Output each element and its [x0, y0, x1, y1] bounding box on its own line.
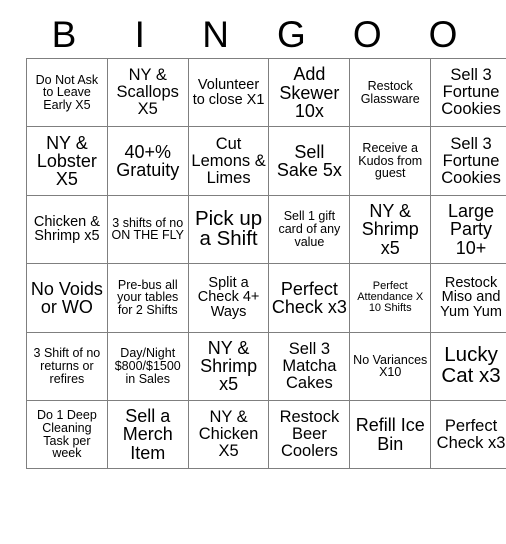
bingo-row: Do 1 Deep Cleaning Task per week Sell a M… [26, 399, 506, 470]
bingo-cell[interactable]: Restock Beer Coolers [268, 399, 351, 470]
bingo-cell[interactable]: Refill Ice Bin [349, 399, 432, 470]
bingo-row: 3 Shift of no returns or refires Day/Nigh… [26, 331, 506, 401]
bingo-cell[interactable]: No Variances X10 [349, 331, 432, 401]
bingo-cell[interactable]: Sell Sake 5x [268, 126, 351, 196]
bingo-cell[interactable]: Sell a Merch Item [106, 399, 189, 470]
bingo-header-letter-2: N [202, 14, 229, 55]
bingo-cell[interactable]: Receive a Kudos from guest [349, 126, 432, 196]
bingo-cell[interactable]: NY & Scallops X5 [106, 57, 189, 128]
bingo-cell[interactable]: Large Party 10+ [430, 194, 506, 265]
bingo-grid: Do Not Ask to Leave Early X5 NY & Scallop… [26, 57, 506, 470]
bingo-cell[interactable]: Chicken & Shrimp x5 [26, 194, 108, 265]
bingo-row: Chicken & Shrimp x5 3 shifts of no ON THE… [26, 194, 506, 265]
bingo-header-letter-5: O [428, 14, 458, 55]
bingo-cell[interactable]: No Voids or WO [26, 263, 108, 333]
bingo-cell[interactable]: Pick up a Shift [187, 194, 270, 265]
bingo-cell[interactable]: NY & Shrimp x5 [187, 331, 270, 401]
bingo-cell[interactable]: NY & Shrimp x5 [349, 194, 432, 265]
bingo-cell[interactable]: 3 Shift of no returns or refires [26, 331, 108, 401]
bingo-cell[interactable]: Lucky Cat x3 [430, 331, 506, 401]
bingo-cell[interactable]: Perfect Check x3 [268, 263, 351, 333]
bingo-header-letter-1: I [134, 14, 145, 55]
bingo-card: BINGOO Do Not Ask to Leave Early X5 NY & … [26, 12, 506, 470]
bingo-cell[interactable]: Perfect Attendance X 10 Shifts [349, 263, 432, 333]
bingo-row: No Voids or WO Pre-bus all your tables fo… [26, 263, 506, 333]
bingo-cell[interactable]: Sell 3 Fortune Cookies [430, 57, 506, 128]
bingo-grid-body: Do Not Ask to Leave Early X5 NY & Scallop… [26, 57, 506, 470]
bingo-cell[interactable]: Perfect Check x3 [430, 399, 506, 470]
bingo-cell[interactable]: Volunteer to close X1 [187, 57, 270, 128]
bingo-cell[interactable]: Pre-bus all your tables for 2 Shifts [106, 263, 189, 333]
bingo-cell[interactable]: Sell 3 Matcha Cakes [268, 331, 351, 401]
bingo-cell[interactable]: NY & Lobster X5 [26, 126, 108, 196]
bingo-cell[interactable]: 40+% Gratuity [106, 126, 189, 196]
bingo-row: NY & Lobster X5 40+% Gratuity Cut Lemons &… [26, 126, 506, 196]
bingo-cell[interactable]: Sell 3 Fortune Cookies [430, 126, 506, 196]
bingo-cell[interactable]: Add Skewer 10x [268, 57, 351, 128]
bingo-cell[interactable]: Day/Night $800/$1500 in Sales [106, 331, 189, 401]
bingo-cell[interactable]: Split a Check 4+ Ways [187, 263, 270, 333]
bingo-cell[interactable]: NY & Chicken X5 [187, 399, 270, 470]
bingo-cell[interactable]: Sell 1 gift card of any value [268, 194, 351, 265]
bingo-cell[interactable]: Restock Miso and Yum Yum [430, 263, 506, 333]
bingo-cell[interactable]: Do Not Ask to Leave Early X5 [26, 57, 108, 128]
bingo-cell[interactable]: Cut Lemons & Limes [187, 126, 270, 196]
bingo-header-letter-4: O [352, 14, 382, 55]
bingo-header-letter-0: B [51, 14, 77, 55]
bingo-cell[interactable]: Do 1 Deep Cleaning Task per week [26, 399, 108, 470]
bingo-cell[interactable]: 3 shifts of no ON THE FLY [106, 194, 189, 265]
bingo-cell[interactable]: Restock Glassware [349, 57, 432, 128]
bingo-row: Do Not Ask to Leave Early X5 NY & Scallop… [26, 57, 506, 128]
bingo-header: BINGOO [26, 12, 481, 58]
bingo-header-letter-3: G [277, 14, 306, 55]
